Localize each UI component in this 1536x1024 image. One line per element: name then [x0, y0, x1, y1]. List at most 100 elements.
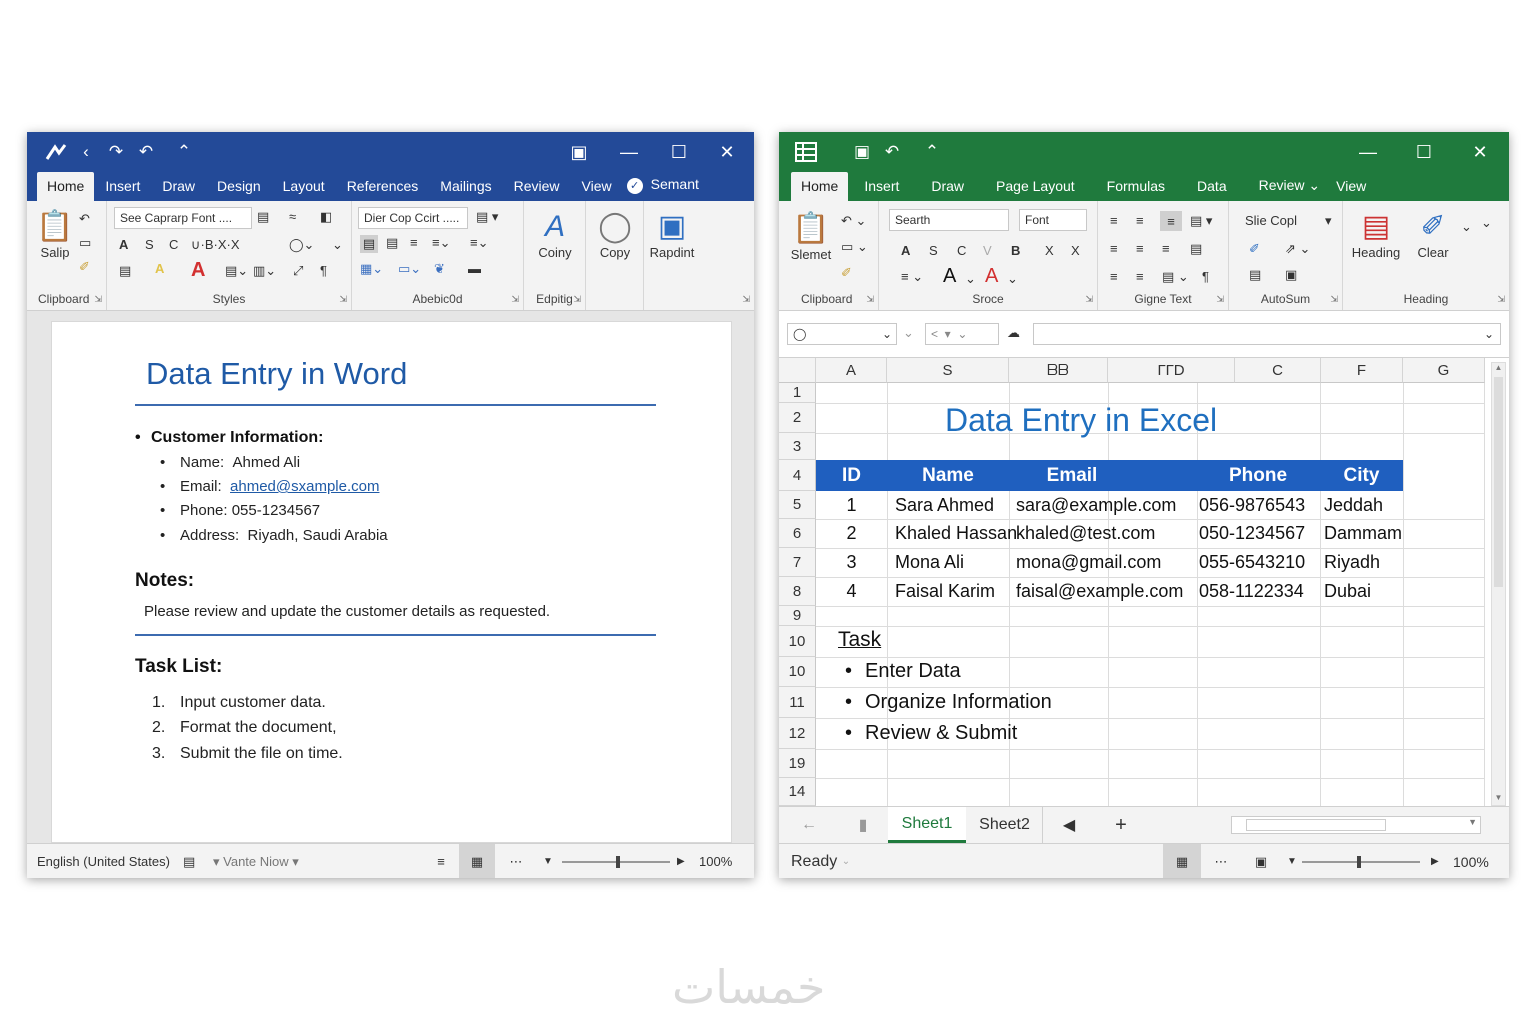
- excel-tab-view[interactable]: View: [1326, 178, 1376, 201]
- column-header-f[interactable]: F: [1321, 358, 1403, 383]
- align-right-icon[interactable]: ≡: [410, 235, 418, 250]
- task-bullet-1[interactable]: • Enter Data: [845, 660, 961, 683]
- cell-name-3[interactable]: Mona Ali: [895, 548, 964, 577]
- excel-underline-icon[interactable]: C: [957, 243, 966, 258]
- excel-autosum-launcher-icon[interactable]: ⇲: [1330, 294, 1338, 305]
- excel-sub-icon[interactable]: X: [1045, 243, 1054, 258]
- add-sheet-button[interactable]: +: [1107, 807, 1135, 843]
- sheet-prev-icon[interactable]: ←: [797, 807, 821, 843]
- formula-input[interactable]: ⌄: [1033, 323, 1501, 345]
- cell-phone-3[interactable]: 055-6543210: [1199, 548, 1305, 577]
- save-icon[interactable]: ▣: [847, 137, 877, 167]
- excel-copy-icon[interactable]: ▭ ⌄: [841, 239, 868, 255]
- clear-dropdown-icon[interactable]: ⌄: [1461, 219, 1472, 235]
- excel-find-icon[interactable]: ▤: [1249, 267, 1261, 283]
- row-header-7[interactable]: 7: [779, 548, 816, 577]
- select-all-corner[interactable]: [779, 358, 816, 383]
- excel-fill-dropdown-icon[interactable]: ⌄: [965, 271, 976, 287]
- excel-search-box[interactable]: Searth: [889, 209, 1009, 231]
- tab-insert[interactable]: Insert: [94, 178, 151, 201]
- excel-fill-color-icon[interactable]: A: [943, 265, 956, 288]
- align-center-icon[interactable]: ▤: [386, 235, 398, 251]
- sheet-first-icon[interactable]: ▮: [851, 807, 875, 843]
- minimize-button[interactable]: —: [604, 132, 654, 172]
- page-break-view-icon[interactable]: ▣: [1249, 844, 1273, 878]
- highlight-icon[interactable]: ◯⌄: [289, 237, 314, 253]
- text-color-icon[interactable]: A: [191, 259, 205, 282]
- column-header-gd[interactable]: ГГD: [1108, 358, 1235, 383]
- row-header-14[interactable]: 14: [779, 778, 816, 806]
- align-left-icon[interactable]: ▤: [360, 235, 378, 253]
- scroll-thumb[interactable]: [1494, 377, 1503, 587]
- task-heading[interactable]: Task: [838, 628, 881, 652]
- print-layout-icon[interactable]: ▦: [459, 844, 495, 878]
- row-header-10a[interactable]: 10: [779, 626, 816, 657]
- cell-city-4[interactable]: Dubai: [1324, 577, 1371, 606]
- text-effects-icon[interactable]: ≈: [289, 209, 296, 224]
- spreadsheet-grid[interactable]: A S ᗷᗷ ГГD C F G 1 2 3 4 5 6 7 8 9 10 10…: [779, 358, 1509, 806]
- excel-undo-icon[interactable]: ↶: [877, 137, 907, 167]
- horizontal-scrollbar[interactable]: ▼: [1231, 816, 1481, 834]
- language-status[interactable]: English (United States): [37, 844, 170, 878]
- table-icon[interactable]: ▬: [468, 261, 481, 276]
- row-header-3[interactable]: 3: [779, 433, 816, 460]
- read-mode-icon[interactable]: ≡: [430, 844, 452, 878]
- excel-maximize-button[interactable]: ☐: [1399, 132, 1449, 172]
- excel-merge-icon[interactable]: ▤: [1190, 241, 1202, 257]
- task-bullet-3[interactable]: • Review & Submit: [845, 722, 1017, 745]
- excel-super-icon[interactable]: X: [1071, 243, 1080, 258]
- excel-tab-data[interactable]: Data: [1181, 178, 1243, 201]
- excel-align-right-icon[interactable]: ≡: [1162, 241, 1170, 256]
- tab-design[interactable]: Design: [206, 178, 272, 201]
- excel-zoom-in-icon[interactable]: ▶: [1431, 844, 1439, 878]
- excel-minimize-button[interactable]: —: [1343, 132, 1393, 172]
- page-layout-view-icon[interactable]: ⋯: [1209, 844, 1233, 878]
- ribbon-collapse-icon[interactable]: ⇲: [742, 294, 750, 305]
- underline-icon[interactable]: C: [169, 237, 178, 252]
- strikethrough-icon[interactable]: ∪·B·X·X: [191, 237, 240, 253]
- indent-icon[interactable]: ▤⌄: [225, 263, 248, 279]
- cell-phone-2[interactable]: 050-1234567: [1199, 519, 1305, 548]
- coby-button[interactable]: A Coiny: [528, 209, 582, 260]
- excel-format-painter-icon[interactable]: ✐: [841, 265, 852, 281]
- font-name-box[interactable]: See Caprarp Font ....: [114, 207, 252, 229]
- excel-align-middle-icon[interactable]: ≡: [1136, 213, 1144, 228]
- excel-align-bottom-icon[interactable]: ≡: [1160, 211, 1182, 231]
- undo-icon[interactable]: ↶: [131, 137, 161, 167]
- row-header-6[interactable]: 6: [779, 519, 816, 548]
- cell-city-1[interactable]: Jeddah: [1324, 491, 1383, 519]
- excel-bold-icon[interactable]: A: [901, 243, 910, 258]
- insert-function-icon[interactable]: ☁: [1007, 325, 1020, 341]
- row-header-10b[interactable]: 10: [779, 657, 816, 687]
- dialog-launcher-icon[interactable]: ⇲: [94, 294, 102, 305]
- shading-icon[interactable]: ▦⌄: [360, 261, 383, 277]
- font-color-icon[interactable]: A: [155, 261, 164, 276]
- excel-font-color-icon[interactable]: A: [985, 265, 998, 288]
- row-header-1[interactable]: 1: [779, 383, 816, 403]
- tab-home[interactable]: Home: [37, 172, 95, 201]
- th-id[interactable]: ID: [816, 460, 887, 491]
- cell-name-2[interactable]: Khaled Hassan: [895, 519, 1017, 548]
- font-size-icon[interactable]: ▤: [257, 209, 269, 225]
- name-box[interactable]: ◯ ⌄: [787, 323, 897, 345]
- align-icon[interactable]: ▤: [119, 263, 131, 279]
- dropdown-icon[interactable]: ⌄: [332, 237, 343, 253]
- cell-id-4[interactable]: 4: [816, 577, 887, 606]
- cell-id-2[interactable]: 2: [816, 519, 887, 548]
- show-marks-icon[interactable]: ¶: [320, 263, 327, 278]
- excel-para-icon[interactable]: ¶: [1202, 269, 1209, 284]
- redo-icon[interactable]: ↷: [101, 137, 131, 167]
- excel-zoom-slider-thumb[interactable]: [1357, 856, 1361, 868]
- justify-icon[interactable]: ≡⌄: [432, 235, 450, 251]
- clear-button[interactable]: ✐ Clear: [1407, 209, 1459, 260]
- style-gallery-icon[interactable]: ▤ ▾: [476, 209, 498, 225]
- borders-icon[interactable]: ▥⌄: [253, 263, 276, 279]
- excel-align-top-icon[interactable]: ≡: [1110, 213, 1118, 228]
- excel-indent-dec-icon[interactable]: ≡: [1110, 269, 1118, 284]
- excel-heading-launcher-icon[interactable]: ⇲: [1497, 294, 1505, 305]
- cell-email-1[interactable]: sara@example.com: [1016, 491, 1176, 519]
- sort-icon[interactable]: ⤢: [293, 263, 303, 279]
- th-name[interactable]: Name: [887, 460, 1009, 491]
- editing-launcher-icon[interactable]: ⇲: [573, 294, 581, 305]
- styles-launcher-icon[interactable]: ⇲: [339, 294, 347, 305]
